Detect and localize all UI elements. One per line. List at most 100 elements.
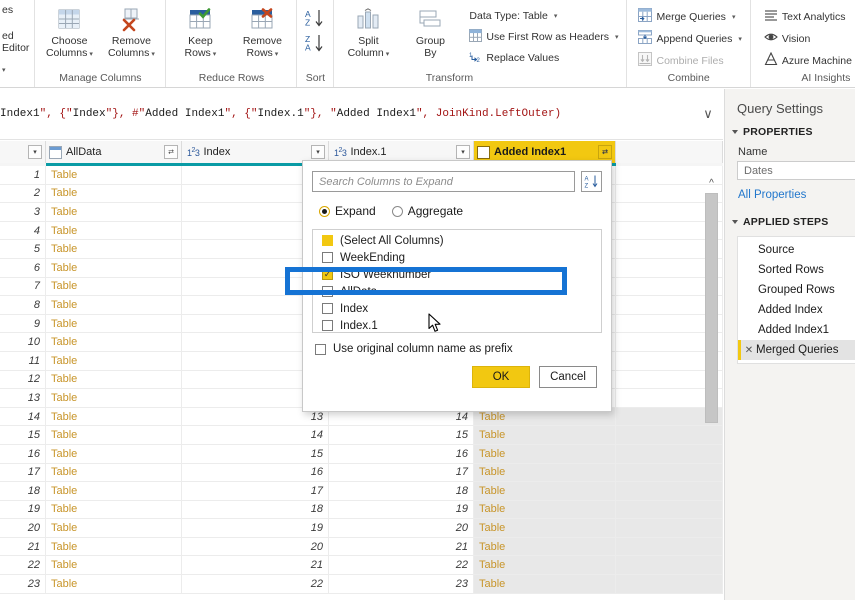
cell-index1[interactable]: 15 (329, 426, 474, 444)
radio-aggregate-icon[interactable] (391, 205, 403, 217)
checkbox-unchecked-icon[interactable] (322, 320, 333, 331)
cell-index1[interactable]: 17 (329, 463, 474, 482)
applied-step-source[interactable]: Source (738, 240, 855, 260)
cell-index[interactable]: 17 (182, 482, 329, 500)
checkbox-unchecked-icon[interactable] (322, 303, 333, 314)
expand-columns-icon[interactable]: ⇄ (598, 145, 612, 159)
cell-index[interactable]: 20 (182, 537, 329, 556)
grid-vertical-scrollbar[interactable]: ^ (705, 176, 718, 436)
expand-radio-option[interactable]: Expand (319, 204, 376, 218)
cell-index1[interactable]: 19 (329, 500, 474, 519)
properties-section-header[interactable]: PROPERTIES (725, 126, 855, 138)
sort-descending-button[interactable]: Z A (304, 33, 326, 56)
checkbox-partial-icon[interactable] (322, 235, 333, 246)
applied-step-added-index[interactable]: Added Index (738, 300, 855, 320)
cell-alldata[interactable]: Table (46, 277, 182, 296)
cell-alldata[interactable]: Table (46, 556, 182, 575)
cell-alldata[interactable]: Table (46, 463, 182, 482)
chevron-down-icon[interactable]: ▾ (275, 51, 279, 58)
columns-checkbox-list[interactable]: (Select All Columns) WeekEnding ✓ ISO Weekn… (312, 229, 602, 333)
triangle-collapse-icon[interactable] (732, 130, 738, 134)
append-queries-button[interactable]: Append Queries ▾ (635, 29, 744, 48)
checkbox-unchecked-icon[interactable] (322, 252, 333, 263)
scroll-up-arrow-icon[interactable]: ^ (705, 176, 718, 190)
use-prefix-checkbox-row[interactable]: Use original column name as prefix (303, 333, 611, 355)
combine-files-button[interactable]: Combine Files (635, 51, 726, 70)
cell-alldata[interactable]: Table (46, 166, 182, 184)
aggregate-radio-option[interactable]: Aggregate (391, 204, 463, 218)
formula-text[interactable]: Index1", {"Index"}, #"Added Index1", {"I… (0, 108, 693, 120)
remove-rows-button[interactable]: Remove Rows ▾ (233, 4, 291, 60)
cell-index1[interactable]: 23 (329, 575, 474, 593)
text-analytics-button[interactable]: Text Analytics (761, 7, 849, 26)
checkbox-unchecked-icon[interactable] (322, 286, 333, 297)
grid-column-header-alldata[interactable]: AllData ⇄ (46, 141, 182, 163)
scrollbar-thumb[interactable] (705, 193, 718, 423)
radio-expand-icon[interactable] (319, 205, 330, 217)
remove-columns-button[interactable]: Remove Columns ▾ (102, 4, 160, 60)
split-column-button[interactable]: Split Column ▾ (339, 4, 397, 60)
cell-alldata[interactable]: Table (46, 519, 182, 537)
advanced-editor-label[interactable]: ed Editor (0, 16, 29, 54)
cell-added-index1[interactable]: Table (474, 463, 616, 482)
expand-column-item-index[interactable]: Index (313, 300, 601, 317)
cell-alldata[interactable]: Table (46, 333, 182, 351)
applied-steps-section-header[interactable]: APPLIED STEPS (725, 201, 855, 228)
expand-column-item-iso-weeknumber[interactable]: ✓ ISO Weeknumber (313, 266, 601, 283)
table-row[interactable]: 17 Table 16 17 Table (0, 463, 723, 483)
azure-machine-learning-button[interactable]: Azure Machine Learning (761, 51, 855, 70)
expand-columns-icon[interactable]: ⇄ (164, 145, 178, 159)
cell-alldata[interactable]: Table (46, 203, 182, 221)
query-name-input[interactable]: Dates (737, 161, 855, 180)
search-columns-input[interactable]: Search Columns to Expand (312, 171, 575, 192)
cell-alldata[interactable]: Table (46, 258, 182, 277)
table-row[interactable]: 16 Table 15 16 Table (0, 444, 723, 464)
chevron-down-icon[interactable]: ▾ (554, 12, 558, 20)
cell-alldata[interactable]: Table (46, 221, 182, 240)
cell-added-index1[interactable]: Table (474, 537, 616, 556)
cell-index[interactable]: 16 (182, 463, 329, 482)
cell-added-index1[interactable]: Table (474, 482, 616, 500)
cell-alldata[interactable]: Table (46, 575, 182, 593)
table-row[interactable]: 23 Table 22 23 Table (0, 575, 723, 594)
cell-alldata[interactable]: Table (46, 240, 182, 258)
cell-alldata[interactable]: Table (46, 537, 182, 556)
cell-alldata[interactable]: Table (46, 389, 182, 407)
applied-step-merged-queries[interactable]: ✕ Merged Queries (738, 340, 855, 360)
formula-bar[interactable]: Index1", {"Index"}, #"Added Index1", {"I… (0, 89, 723, 140)
sort-ascending-button[interactable]: A Z (304, 8, 326, 31)
merge-queries-button[interactable]: Merge Queries ▾ (635, 7, 738, 26)
cell-added-index1[interactable]: Table (474, 500, 616, 519)
grid-column-header-row-number[interactable]: ▾ (0, 141, 46, 163)
table-row[interactable]: 22 Table 21 22 Table (0, 556, 723, 576)
cell-alldata[interactable]: Table (46, 351, 182, 370)
chevron-down-icon[interactable]: ▾ (732, 13, 736, 21)
use-prefix-checkbox[interactable] (315, 343, 326, 355)
delete-step-icon[interactable]: ✕ (742, 345, 756, 356)
chevron-down-icon[interactable]: ▾ (738, 35, 742, 43)
cell-added-index1[interactable]: Table (474, 556, 616, 575)
all-properties-link[interactable]: All Properties (725, 180, 855, 201)
table-row[interactable]: 21 Table 20 21 Table (0, 537, 723, 557)
cell-alldata[interactable]: Table (46, 370, 182, 389)
cell-index[interactable]: 15 (182, 444, 329, 463)
filter-dropdown-icon[interactable]: ▾ (311, 145, 325, 159)
applied-step-sorted-rows[interactable]: Sorted Rows (738, 260, 855, 280)
cell-alldata[interactable]: Table (46, 426, 182, 444)
chevron-down-icon[interactable]: ▾ (89, 51, 93, 58)
expand-column-item-alldata[interactable]: AllData (313, 283, 601, 300)
cell-alldata[interactable]: Table (46, 407, 182, 426)
cell-index[interactable]: 21 (182, 556, 329, 575)
chevron-down-icon[interactable]: ▾ (615, 33, 619, 41)
choose-columns-button[interactable]: Choose Columns ▾ (40, 4, 98, 60)
table-row[interactable]: 19 Table 18 19 Table (0, 500, 723, 520)
triangle-collapse-icon[interactable] (732, 220, 738, 224)
expand-column-item-index-1[interactable]: Index.1 (313, 317, 601, 332)
expand-column-item-select-all-columns[interactable]: (Select All Columns) (313, 232, 601, 249)
cell-alldata[interactable]: Table (46, 314, 182, 333)
keep-rows-button[interactable]: Keep Rows ▾ (171, 4, 229, 60)
cell-alldata[interactable]: Table (46, 444, 182, 463)
cell-alldata[interactable]: Table (46, 500, 182, 519)
cell-index1[interactable]: 20 (329, 519, 474, 537)
cell-index1[interactable]: 22 (329, 556, 474, 575)
